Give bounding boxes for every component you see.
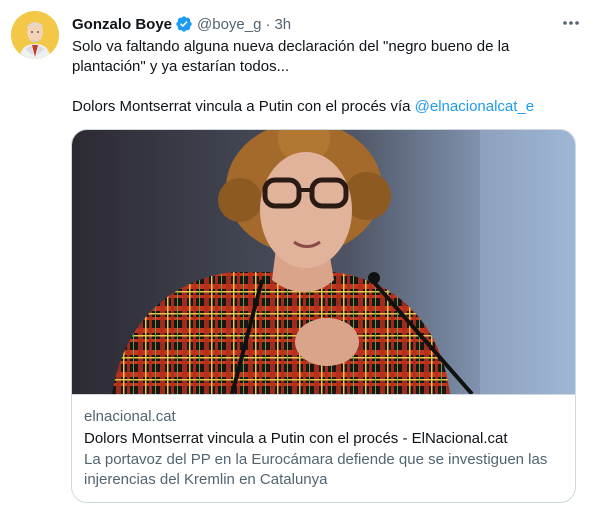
avatar[interactable]: [11, 11, 59, 59]
author-name[interactable]: Gonzalo Boye: [72, 16, 172, 33]
tweet-text-line: Solo va faltando alguna nueva declaració…: [72, 38, 510, 55]
timestamp[interactable]: 3h: [274, 16, 291, 33]
card-description-line: La portavoz del PP en la Eurocámara defi…: [84, 451, 548, 468]
tweet-text-line: plantación" y ya estarían todos...: [72, 58, 290, 75]
link-card[interactable]: elnacional.cat Dolors Montserrat vincula…: [71, 129, 576, 503]
card-description: La portavoz del PP en la Eurocámara defi…: [84, 450, 565, 490]
tweet-text: Solo va faltando alguna nueva declaració…: [72, 37, 577, 117]
tweet-header: Gonzalo Boye @boye_g · 3h: [72, 13, 291, 35]
mention-link[interactable]: @elnacionalcat_e: [415, 98, 534, 115]
card-meta: elnacional.cat Dolors Montserrat vincula…: [72, 394, 575, 490]
card-domain: elnacional.cat: [84, 408, 176, 425]
card-title: Dolors Montserrat vincula a Putin con el…: [84, 430, 508, 447]
more-options-icon[interactable]: [560, 14, 582, 32]
author-handle[interactable]: @boye_g: [197, 16, 261, 33]
verified-badge-icon: [175, 15, 193, 33]
card-description-line: injerencias del Kremlin en Catalunya: [84, 471, 328, 488]
separator-dot: ·: [265, 15, 271, 33]
tweet-link-line: Dolors Montserrat vincula a Putin con el…: [72, 97, 577, 117]
tweet[interactable]: Gonzalo Boye @boye_g · 3h Solo va faltan…: [0, 0, 599, 516]
link-prefix-text: Dolors Montserrat vincula a Putin con el…: [72, 98, 415, 115]
card-image[interactable]: [72, 130, 575, 394]
